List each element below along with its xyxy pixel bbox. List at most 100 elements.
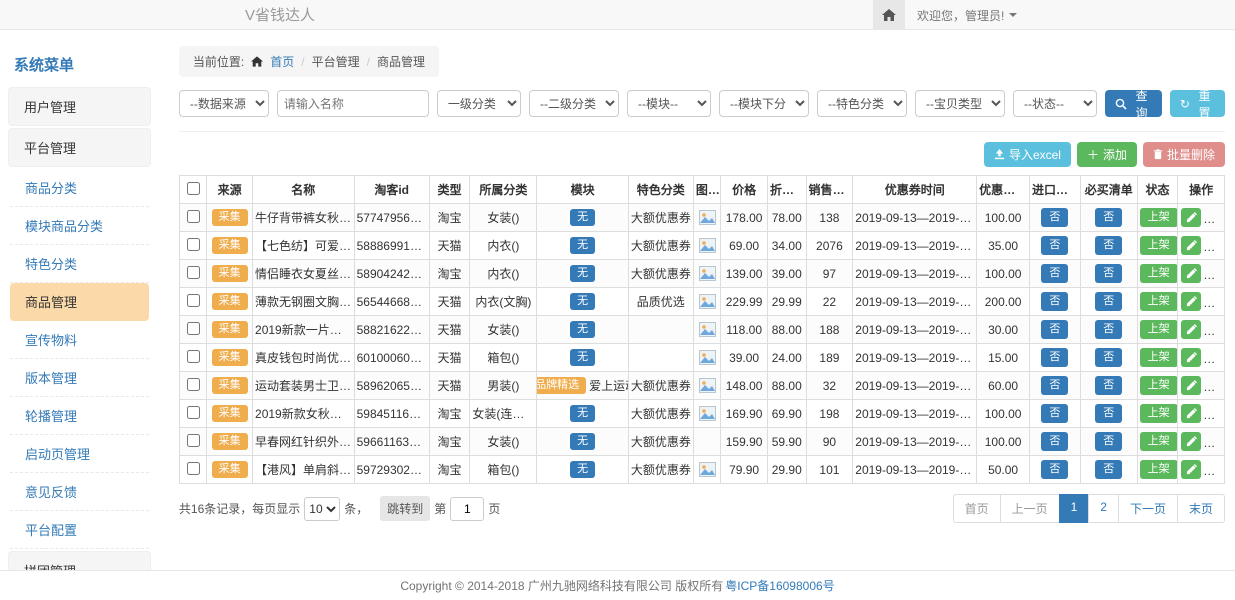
status-button[interactable]: 上架: [1140, 404, 1178, 422]
sidebar-item[interactable]: 用户管理: [8, 87, 151, 126]
user-menu[interactable]: 欢迎您，管理员!: [905, 7, 1235, 24]
imported-toggle-button[interactable]: 否: [1041, 264, 1068, 282]
imported-toggle-button[interactable]: 否: [1041, 208, 1068, 226]
sidebar-item[interactable]: 宣传物料: [10, 321, 149, 359]
row-checkbox[interactable]: [187, 294, 200, 307]
edit-button[interactable]: [1181, 460, 1201, 479]
page-button-1[interactable]: 首页: [953, 494, 1001, 523]
sidebar-item[interactable]: 商品分类: [10, 169, 149, 207]
sidebar-item[interactable]: 轮播管理: [10, 397, 149, 435]
sidebar-item[interactable]: 意见反馈: [10, 473, 149, 511]
must-buy-toggle-button[interactable]: 否: [1095, 376, 1122, 394]
filter-select-1[interactable]: --二级分类--: [529, 90, 619, 117]
page-number-input[interactable]: [450, 497, 484, 521]
must-buy-toggle-button[interactable]: 否: [1095, 236, 1122, 254]
page-button-3[interactable]: 1: [1059, 494, 1090, 523]
row-select-cell: [179, 260, 206, 288]
status-button[interactable]: 上架: [1140, 236, 1178, 254]
must-buy-toggle-button[interactable]: 否: [1095, 348, 1122, 366]
status-button[interactable]: 上架: [1140, 432, 1178, 450]
sidebar-item[interactable]: 平台配置: [10, 511, 149, 549]
page-button-6[interactable]: 末页: [1177, 494, 1225, 523]
product-table: 来源名称淘客id类型所属分类模块特色分类图标价格折后价销售数量优惠券时间优惠券金…: [179, 175, 1225, 484]
row-checkbox[interactable]: [187, 434, 200, 447]
breadcrumb-home-link[interactable]: 首页: [270, 53, 294, 70]
reset-button[interactable]: ↻ 重置: [1170, 90, 1225, 117]
row-checkbox[interactable]: [187, 266, 200, 279]
filter-select-4[interactable]: --特色分类--: [817, 90, 907, 117]
edit-button[interactable]: [1181, 236, 1201, 255]
imported-toggle-button[interactable]: 否: [1041, 432, 1068, 450]
row-checkbox[interactable]: [187, 462, 200, 475]
batch-delete-button[interactable]: 批量删除: [1143, 142, 1225, 167]
row-checkbox[interactable]: [187, 406, 200, 419]
sidebar-item[interactable]: 启动页管理: [10, 435, 149, 473]
must-buy-toggle-button[interactable]: 否: [1095, 320, 1122, 338]
edit-button[interactable]: [1181, 376, 1201, 395]
per-page-select[interactable]: 10: [304, 497, 340, 521]
status-button[interactable]: 上架: [1140, 208, 1178, 226]
search-button[interactable]: 查询: [1105, 90, 1162, 117]
filter-select-5[interactable]: --宝贝类型--: [915, 90, 1005, 117]
sidebar-item[interactable]: 模块商品分类: [10, 207, 149, 245]
row-checkbox[interactable]: [187, 210, 200, 223]
must-buy-toggle-button[interactable]: 否: [1095, 460, 1122, 478]
edit-icon: [1186, 240, 1197, 251]
must-buy-toggle-button[interactable]: 否: [1095, 404, 1122, 422]
filter-select-3[interactable]: --模块下分类--: [719, 90, 809, 117]
status-button[interactable]: 上架: [1140, 460, 1178, 478]
sidebar-item[interactable]: 版本管理: [10, 359, 149, 397]
filter-select-6[interactable]: --状态--: [1013, 90, 1097, 117]
import-excel-button[interactable]: 导入excel: [984, 142, 1071, 167]
row-checkbox[interactable]: [187, 378, 200, 391]
sidebar-item[interactable]: 特色分类: [10, 245, 149, 283]
status-button[interactable]: 上架: [1140, 376, 1178, 394]
row-checkbox[interactable]: [187, 350, 200, 363]
imported-toggle-button[interactable]: 否: [1041, 404, 1068, 422]
select-all-checkbox[interactable]: [187, 182, 200, 195]
upload-icon: [994, 149, 1005, 160]
filter-select-2[interactable]: --模块--: [627, 90, 711, 117]
edit-button[interactable]: [1181, 292, 1201, 311]
row-select-cell: [179, 204, 206, 232]
source-select[interactable]: --数据来源--: [179, 90, 269, 117]
icp-link[interactable]: 粤ICP备16098006号: [725, 577, 834, 594]
must-buy-toggle-button[interactable]: 否: [1095, 264, 1122, 282]
edit-button[interactable]: [1181, 348, 1201, 367]
status-button[interactable]: 上架: [1140, 348, 1178, 366]
status-button[interactable]: 上架: [1140, 292, 1178, 310]
imported-toggle-button[interactable]: 否: [1041, 320, 1068, 338]
imported-toggle-button[interactable]: 否: [1041, 376, 1068, 394]
name-search-input[interactable]: [277, 90, 429, 117]
status-button[interactable]: 上架: [1140, 264, 1178, 282]
column-header: 优惠券时间: [853, 176, 977, 204]
imported-toggle-button[interactable]: 否: [1041, 236, 1068, 254]
imported-toggle-button[interactable]: 否: [1041, 460, 1068, 478]
jump-button[interactable]: 跳转到: [380, 496, 430, 521]
edit-button[interactable]: [1181, 320, 1201, 339]
imported-toggle-button[interactable]: 否: [1041, 292, 1068, 310]
status-button[interactable]: 上架: [1140, 320, 1178, 338]
edit-button[interactable]: [1181, 404, 1201, 423]
page-button-4[interactable]: 2: [1088, 494, 1119, 523]
sidebar-item-active[interactable]: 商品管理: [10, 283, 149, 321]
home-button[interactable]: [873, 0, 905, 30]
page-button-5[interactable]: 下一页: [1118, 494, 1178, 523]
imported-toggle-button[interactable]: 否: [1041, 348, 1068, 366]
edit-button[interactable]: [1181, 208, 1201, 227]
sidebar-item[interactable]: 平台管理: [8, 128, 151, 167]
filter-select-0[interactable]: 一级分类: [437, 90, 521, 117]
add-button[interactable]: ＋ 添加: [1077, 142, 1137, 167]
page-button-2[interactable]: 上一页: [1000, 494, 1060, 523]
row-select-cell: [179, 288, 206, 316]
must-buy-toggle-button[interactable]: 否: [1095, 208, 1122, 226]
refresh-icon: ↻: [1180, 97, 1190, 111]
row-checkbox[interactable]: [187, 322, 200, 335]
must-buy-toggle-button[interactable]: 否: [1095, 432, 1122, 450]
must-buy-toggle-button[interactable]: 否: [1095, 292, 1122, 310]
home-icon: [251, 56, 263, 67]
edit-button[interactable]: [1181, 264, 1201, 283]
row-checkbox[interactable]: [187, 238, 200, 251]
coupon-amount: 30.00: [977, 316, 1030, 344]
edit-button[interactable]: [1181, 432, 1201, 451]
